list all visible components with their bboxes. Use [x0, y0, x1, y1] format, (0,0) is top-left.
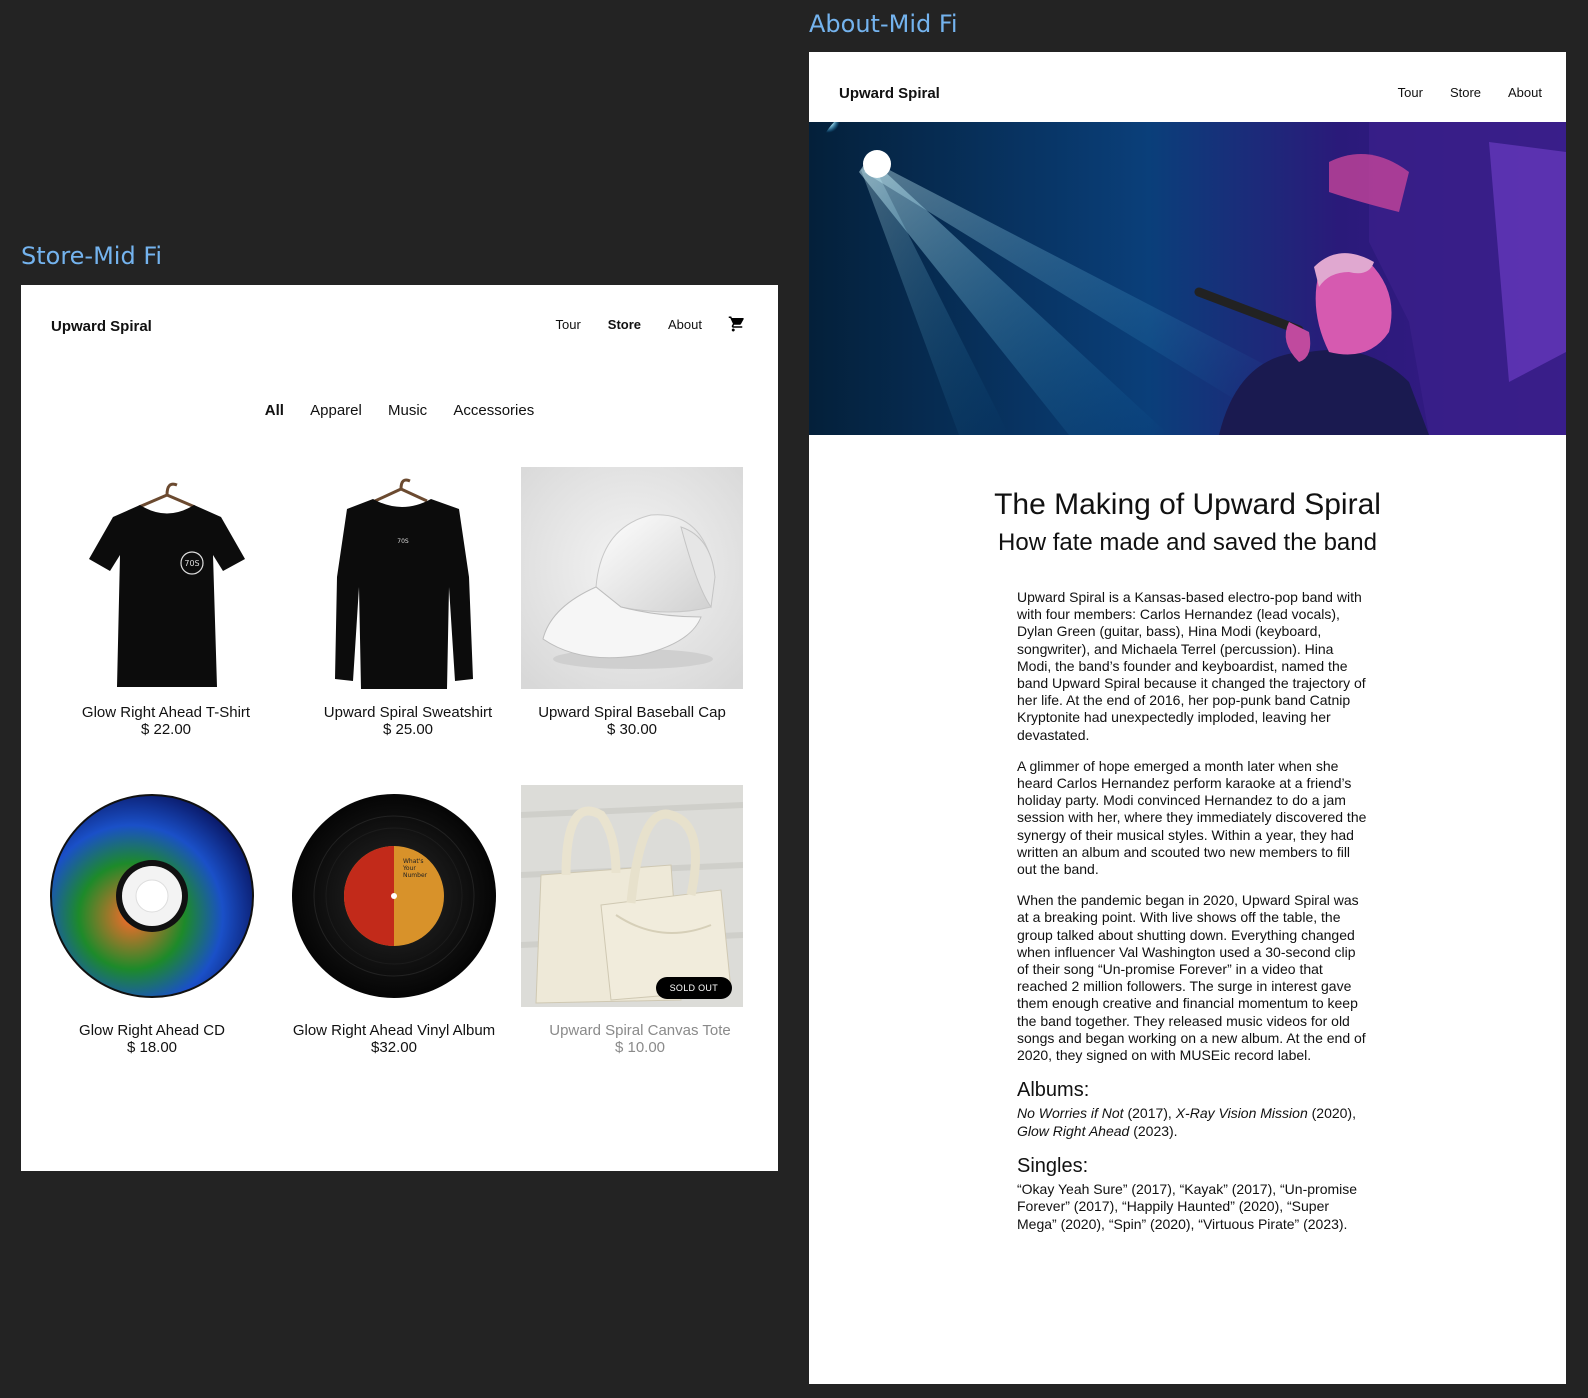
product-image-cap[interactable]: [521, 467, 743, 689]
product-price: $32.00: [371, 1039, 417, 1056]
album-year: (2023).: [1129, 1122, 1178, 1139]
product-card-tote[interactable]: SOLD OUT Upward Spiral Canvas Tote $ 10.…: [521, 785, 759, 1056]
about-subtitle: How fate made and saved the band: [998, 529, 1377, 556]
albums-heading: Albums:: [1017, 1079, 1090, 1102]
product-name: Upward Spiral Baseball Cap: [538, 704, 726, 721]
product-card-cap[interactable]: Upward Spiral Baseball Cap $ 30.00: [521, 467, 743, 738]
product-image-vinyl[interactable]: What's Your Number: [283, 785, 505, 1007]
album-year: (2017),: [1123, 1105, 1176, 1122]
store-nav: Tour Store About: [528, 315, 746, 333]
product-card-cd[interactable]: Glow Right Ahead CD $ 18.00: [31, 785, 273, 1056]
store-page: Upward Spiral Tour Store About All Appar…: [21, 285, 778, 1171]
filter-music[interactable]: Music: [388, 402, 427, 419]
product-price: $ 10.00: [614, 1039, 666, 1056]
hero-concert-image: [809, 122, 1566, 435]
product-price: $ 22.00: [140, 721, 192, 738]
vinyl-label-line2: Your: [402, 865, 416, 872]
product-name: Glow Right Ahead CD: [79, 1022, 225, 1039]
singles-list: “Okay Yeah Sure” (2017), “Kayak” (2017),…: [1017, 1181, 1358, 1232]
album-year: (2020),: [1307, 1105, 1356, 1122]
product-name: Glow Right Ahead T-Shirt: [81, 704, 251, 721]
about-body: Upward Spiral is a Kansas-based electro-…: [1017, 589, 1367, 1247]
about-page: Upward Spiral Tour Store About The Makin…: [809, 52, 1566, 1384]
tshirt-emblem: 70S: [184, 559, 199, 568]
album-title: Glow Right Ahead: [1017, 1122, 1130, 1139]
vinyl-label-line1: What's: [403, 858, 424, 865]
product-price: $ 30.00: [606, 721, 658, 738]
product-image-cd[interactable]: [41, 785, 263, 1007]
shopping-cart-icon[interactable]: [728, 315, 746, 333]
albums-list: No Worries if Not (2017), X-Ray Vision M…: [1017, 1105, 1367, 1139]
nav-store[interactable]: Store: [608, 317, 641, 332]
filter-all[interactable]: All: [265, 402, 284, 419]
category-filters: All Apparel Music Accessories: [21, 402, 778, 419]
about-frame-label: About-Mid Fi: [809, 10, 958, 38]
about-nav: Tour Store About: [1371, 85, 1542, 100]
about-paragraph: A glimmer of hope emerged a month later …: [1017, 757, 1367, 878]
nav-tour[interactable]: Tour: [1398, 85, 1423, 100]
product-price: $ 25.00: [382, 721, 434, 738]
nav-store[interactable]: Store: [1450, 85, 1481, 100]
nav-tour[interactable]: Tour: [555, 317, 580, 332]
product-price: $ 18.00: [126, 1039, 178, 1056]
product-image-tshirt[interactable]: 70S: [55, 467, 277, 689]
product-name: Glow Right Ahead Vinyl Album: [292, 1022, 496, 1039]
product-image-tote[interactable]: SOLD OUT: [521, 785, 743, 1007]
sweatshirt-emblem: 70S: [397, 538, 409, 545]
about-title: The Making of Upward Spiral: [994, 488, 1381, 521]
sold-out-badge: SOLD OUT: [655, 977, 732, 999]
singles-heading: Singles:: [1017, 1154, 1089, 1177]
album-title: No Worries if Not: [1017, 1105, 1124, 1122]
brand-logo[interactable]: Upward Spiral: [51, 318, 152, 335]
product-card-sweatshirt[interactable]: 70S Upward Spiral Sweatshirt $ 25.00: [283, 467, 533, 738]
about-paragraph: Upward Spiral is a Kansas-based electro-…: [1017, 589, 1366, 743]
product-name: Upward Spiral Canvas Tote: [549, 1022, 731, 1039]
product-card-tshirt[interactable]: 70S Glow Right Ahead T-Shirt $ 22.00: [41, 467, 291, 738]
album-title: X-Ray Vision Mission: [1175, 1105, 1308, 1122]
store-frame-label: Store-Mid Fi: [21, 242, 163, 270]
filter-accessories[interactable]: Accessories: [453, 402, 534, 419]
about-paragraph: When the pandemic began in 2020, Upward …: [1017, 892, 1366, 1064]
filter-apparel[interactable]: Apparel: [310, 402, 362, 419]
nav-about[interactable]: About: [668, 317, 702, 332]
product-image-sweatshirt[interactable]: 70S: [297, 467, 519, 689]
product-card-vinyl[interactable]: What's Your Number Glow Right Ahead Viny…: [283, 785, 505, 1056]
brand-logo[interactable]: Upward Spiral: [839, 85, 940, 102]
vinyl-label-line3: Number: [403, 872, 428, 879]
product-name: Upward Spiral Sweatshirt: [323, 704, 493, 721]
nav-about[interactable]: About: [1508, 85, 1542, 100]
